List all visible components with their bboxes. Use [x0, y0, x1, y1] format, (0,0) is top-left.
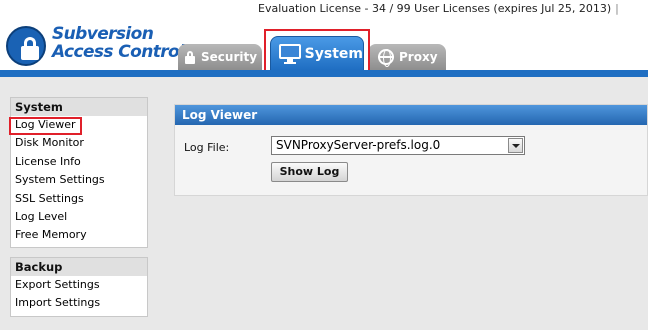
tab-security[interactable]: Security [178, 44, 262, 70]
log-file-selected-value: SVNProxyServer-prefs.log.0 [276, 138, 441, 152]
tab-proxy[interactable]: Proxy [368, 44, 446, 70]
lock-icon [184, 50, 196, 64]
app-logo: Subversion Access Control [4, 24, 185, 68]
sidebar-item-export-settings[interactable]: Export Settings [11, 276, 147, 294]
sidebar-item-license-info[interactable]: License Info [11, 153, 147, 171]
sidebar-backup-section: Backup Export Settings Import Settings [10, 257, 148, 317]
logo-line-1: Subversion [52, 24, 154, 44]
sidebar-item-disk-monitor[interactable]: Disk Monitor [11, 134, 147, 152]
tab-security-label: Security [201, 50, 258, 64]
logo-line-2: Access Control [52, 42, 185, 62]
show-log-button[interactable]: Show Log [271, 162, 348, 182]
sidebar-item-free-memory[interactable]: Free Memory [11, 226, 147, 244]
license-text: Evaluation License - 34 / 99 User Licens… [258, 2, 612, 15]
log-file-select[interactable]: SVNProxyServer-prefs.log.0 [271, 136, 525, 155]
sidebar-item-ssl-settings[interactable]: SSL Settings [11, 190, 147, 208]
globe-icon [378, 49, 394, 67]
log-file-label: Log File: [184, 141, 230, 154]
sidebar-item-system-settings[interactable]: System Settings [11, 171, 147, 189]
logo-text: Subversion Access Control [52, 24, 185, 62]
chevron-down-icon[interactable] [508, 138, 523, 153]
header-separator: | [615, 2, 619, 15]
sidebar-backup-title: Backup [11, 258, 147, 276]
license-info: Evaluation License - 34 / 99 User Licens… [258, 2, 619, 15]
sidebar-item-log-level[interactable]: Log Level [11, 208, 147, 226]
lock-logo-icon [6, 26, 46, 66]
panel-title: Log Viewer [175, 105, 647, 125]
log-viewer-panel: Log Viewer Log File: SVNProxyServer-pref… [174, 104, 648, 196]
tab-underline-bar [0, 70, 648, 77]
log-viewer-highlight [9, 117, 82, 135]
sidebar-item-import-settings[interactable]: Import Settings [11, 294, 147, 312]
tab-proxy-label: Proxy [399, 50, 438, 64]
sidebar-system-title: System [11, 98, 147, 116]
